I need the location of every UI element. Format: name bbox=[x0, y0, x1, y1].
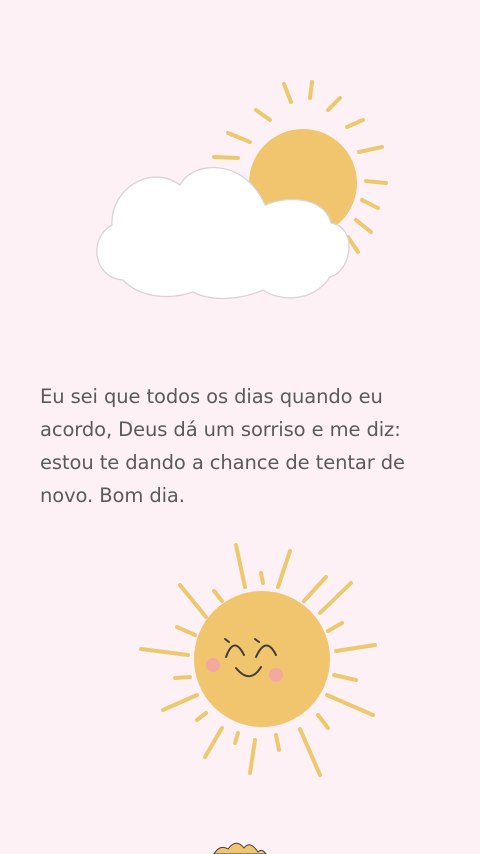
morning-message: Eu sei que todos os dias quando eu acord… bbox=[40, 385, 405, 507]
flower-illustration bbox=[0, 838, 480, 854]
smiling-sun-icon bbox=[139, 543, 377, 777]
sun-behind-cloud-icon bbox=[96, 80, 388, 300]
sun-behind-cloud-illustration bbox=[0, 80, 480, 320]
smiling-sun-illustration bbox=[0, 535, 480, 785]
flower-icon bbox=[213, 842, 267, 854]
post-page: Eu sei que todos os dias quando eu acord… bbox=[0, 0, 480, 854]
